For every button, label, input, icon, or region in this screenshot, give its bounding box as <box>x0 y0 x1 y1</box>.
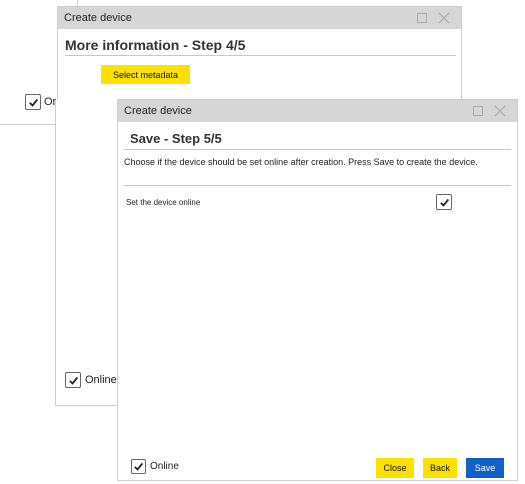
close-icon[interactable] <box>489 100 511 122</box>
background-window-footer: Or <box>25 94 56 110</box>
close-button[interactable]: Close <box>376 458 414 478</box>
maximize-icon[interactable] <box>467 100 489 122</box>
online-setting-label: Set the device online <box>126 198 201 207</box>
check-icon <box>134 462 144 471</box>
step4-titlebar: Create device <box>58 7 461 29</box>
middle-online-checkbox[interactable] <box>65 372 81 388</box>
save-button[interactable]: Save <box>466 458 504 478</box>
check-icon <box>439 198 449 207</box>
step5-footer-online: Online <box>131 459 179 474</box>
step5-description: Choose if the device should be set onlin… <box>124 157 478 167</box>
close-icon[interactable] <box>433 7 455 29</box>
middle-online-label: Online <box>85 374 117 386</box>
back-button[interactable]: Back <box>423 458 457 478</box>
step5-titlebar: Create device <box>118 100 517 122</box>
online-setting-checkbox[interactable] <box>436 194 452 210</box>
check-icon <box>68 376 78 385</box>
step5-heading: Save - Step 5/5 <box>130 131 222 146</box>
step5-divider-2 <box>124 185 511 186</box>
footer-online-label: Online <box>150 461 179 472</box>
select-metadata-button[interactable]: Select metadata <box>101 65 190 84</box>
maximize-icon[interactable] <box>411 7 433 29</box>
step4-heading: More information - Step 4/5 <box>65 37 246 53</box>
step4-window-title: Create device <box>64 12 132 24</box>
middle-window-footer: Online <box>65 372 117 388</box>
check-icon <box>28 98 38 107</box>
step5-window: Create device Save - Step 5/5 Choose if … <box>117 99 518 481</box>
step5-divider <box>124 149 511 150</box>
background-online-checkbox[interactable] <box>25 94 41 110</box>
step4-divider <box>65 55 456 56</box>
step5-window-title: Create device <box>124 105 192 117</box>
footer-online-checkbox[interactable] <box>131 459 146 474</box>
